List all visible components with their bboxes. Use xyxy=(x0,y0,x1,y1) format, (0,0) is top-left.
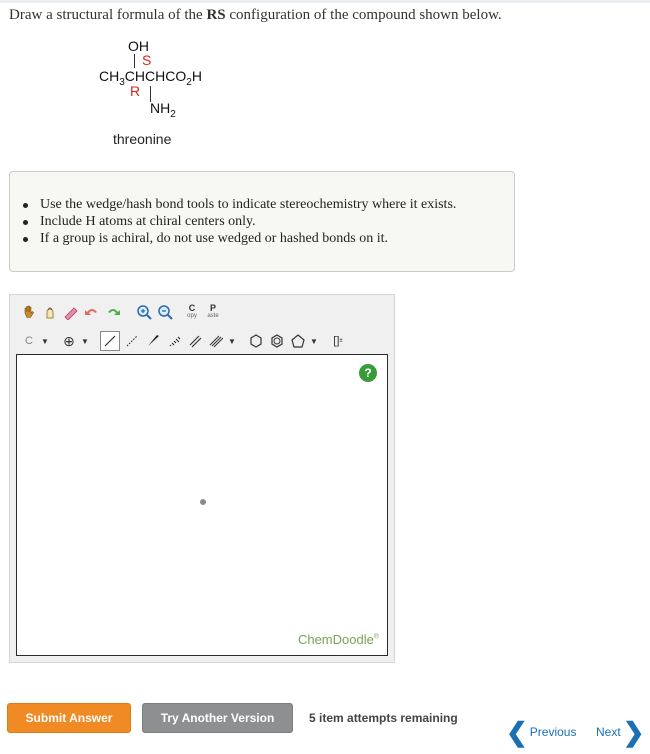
redo-icon[interactable] xyxy=(104,303,122,321)
copy-sub: opy xyxy=(187,313,197,319)
chevron-down-icon[interactable]: ▼ xyxy=(81,332,89,350)
dashed-bond-icon[interactable] xyxy=(123,332,141,350)
toolbar-row-2: C ▼ ⊕ ▼ ▼ ▼ [] ± xyxy=(20,331,350,351)
element-selector[interactable]: C xyxy=(20,332,38,350)
paste-icon[interactable]: Paste xyxy=(204,303,222,321)
question-prompt: Draw a structural formula of the RS conf… xyxy=(9,7,502,24)
chemdoodle-brand: ChemDoodle® xyxy=(298,632,379,647)
brand-mark: ® xyxy=(373,633,379,641)
brand-text: ChemDoodle xyxy=(297,632,374,647)
hand-icon[interactable] xyxy=(20,303,38,321)
amino-group: NH2 xyxy=(150,100,176,120)
stereo-label-r: R xyxy=(130,83,141,99)
charge-button[interactable]: ⊕ xyxy=(60,332,78,350)
zoom-in-icon[interactable] xyxy=(135,303,153,321)
chevron-left-icon: ❮ xyxy=(506,717,528,747)
undo-icon[interactable] xyxy=(83,303,101,321)
hint-item: Use the wedge/hash bond tools to indicat… xyxy=(22,197,457,212)
paste-sub: aste xyxy=(207,313,219,319)
canvas-atom-dot xyxy=(200,499,206,505)
question-text-end: configuration of the compound shown belo… xyxy=(225,7,502,23)
next-link[interactable]: Next ❯ xyxy=(596,717,645,747)
benzene-icon[interactable] xyxy=(268,332,286,350)
chevron-down-icon[interactable]: ▼ xyxy=(41,332,49,350)
lasso-icon[interactable] xyxy=(62,303,80,321)
single-bond-icon[interactable] xyxy=(100,331,120,351)
previous-link[interactable]: ❮ Previous xyxy=(506,717,577,747)
chevron-down-icon[interactable]: ▼ xyxy=(228,332,236,350)
double-bond-icon[interactable] xyxy=(186,332,204,350)
zoom-out-icon[interactable] xyxy=(156,303,174,321)
compound-name: threonine xyxy=(113,131,172,147)
drawing-canvas[interactable]: ? ChemDoodle® xyxy=(16,354,388,656)
main-chain: CH3CHCHCO2H xyxy=(99,68,202,88)
hint-item: Include H atoms at chiral centers only. xyxy=(22,213,456,230)
paste-label: P xyxy=(209,303,216,313)
chevron-right-icon: ❯ xyxy=(622,717,645,747)
cyclohexane-icon[interactable] xyxy=(247,332,265,350)
submit-answer-button[interactable]: Submit Answer xyxy=(7,703,131,733)
attempts-remaining: 5 item attempts remaining xyxy=(309,711,458,725)
hint-item: If a group is achiral, do not use wedged… xyxy=(22,230,456,247)
top-divider xyxy=(0,0,650,3)
question-text-start: Draw a structural formula of the xyxy=(9,7,207,23)
chem-editor: Copy Paste C ▼ ⊕ ▼ ▼ ▼ [] ± ? ChemDoodle… xyxy=(9,294,395,663)
wedge-bond-icon[interactable] xyxy=(144,332,162,350)
chevron-down-icon[interactable]: ▼ xyxy=(310,332,318,350)
previous-label: Previous xyxy=(529,725,577,739)
bond-line-top xyxy=(134,54,135,68)
bracket-icon[interactable]: [] ± xyxy=(329,332,347,350)
stereo-label-s: S xyxy=(142,52,152,68)
question-config: RS xyxy=(206,7,226,23)
molecule-structure: OH S CH3CHCHCO2H R NH2 xyxy=(95,38,225,128)
try-another-version-button[interactable]: Try Another Version xyxy=(142,703,293,733)
toolbar-row-1: Copy Paste xyxy=(20,303,225,321)
cyclopentane-icon[interactable] xyxy=(289,332,307,350)
copy-icon[interactable]: Copy xyxy=(183,303,201,321)
instructions-box: Use the wedge/hash bond tools to indicat… xyxy=(9,171,515,272)
next-label: Next xyxy=(596,725,621,739)
hash-bond-icon[interactable] xyxy=(165,332,183,350)
triple-bond-icon[interactable] xyxy=(207,332,225,350)
help-icon[interactable]: ? xyxy=(359,364,377,382)
copy-label: C xyxy=(188,303,196,313)
erase-icon[interactable] xyxy=(41,303,59,321)
